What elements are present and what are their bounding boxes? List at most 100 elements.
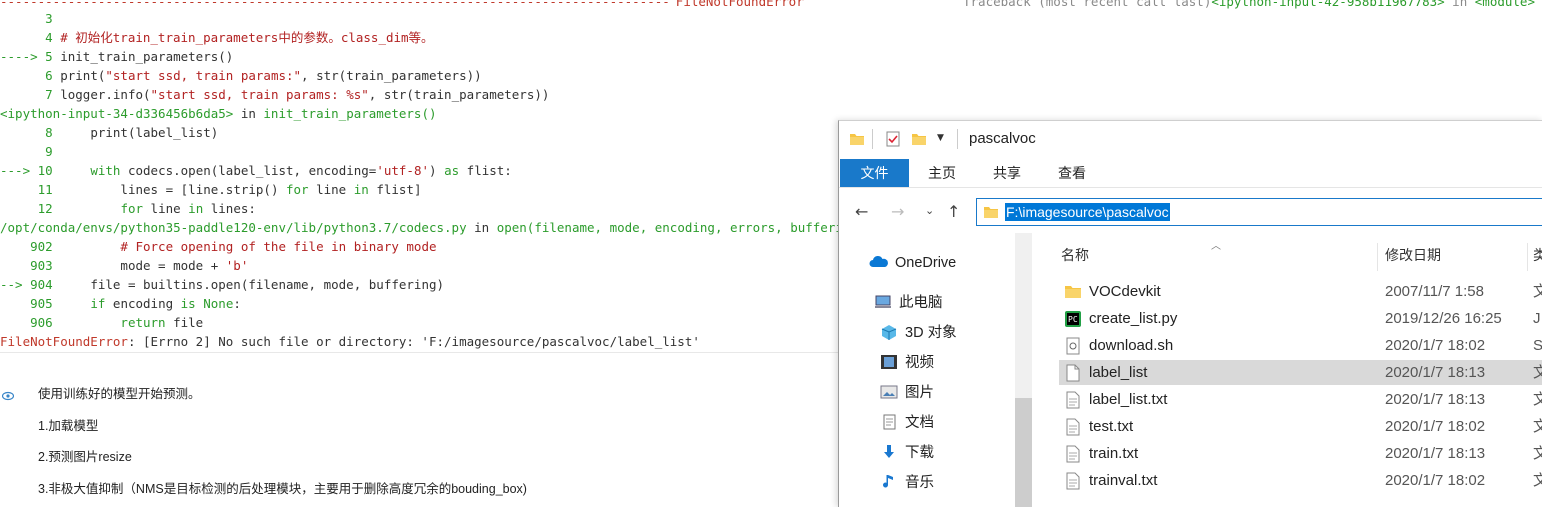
file-icon (1066, 364, 1080, 382)
tab-share[interactable]: 共享 (976, 159, 1038, 187)
tab-file[interactable]: 文件 (840, 159, 909, 187)
title-divider (872, 129, 873, 149)
folder-icon (984, 207, 998, 218)
column-date[interactable]: 修改日期 (1385, 243, 1441, 267)
exec-arrow: ----> (0, 49, 46, 64)
line-number: 11 (37, 182, 53, 197)
file-row[interactable]: label_list 2020/1/7 18:13 文 (1059, 360, 1542, 385)
forward-arrow-icon[interactable]: → (891, 202, 904, 221)
code-line: 7 logger.info("start ssd, train params: … (0, 85, 1542, 104)
back-arrow-icon[interactable]: ← (855, 202, 868, 221)
nav-item-label: 视频 (905, 355, 934, 371)
nav-item-downloads[interactable]: 下载 (879, 441, 934, 465)
markdown-line: 3.非极大值抑制（NMS是目标检测的后处理模块，主要用于删除高度冗余的boudi… (38, 482, 527, 496)
column-header: ︿ 名称 修改日期 类 (1035, 241, 1542, 271)
file-explorer-window: ▼ pascalvoc 文件 主页 共享 查看 ← → ⌄ ↑ F:\image… (838, 120, 1542, 507)
line-number: 10 (37, 163, 53, 178)
nav-item-pictures[interactable]: 图片 (879, 381, 934, 405)
eye-icon[interactable] (2, 390, 14, 402)
file-type: 文 (1533, 360, 1542, 385)
file-name: test.txt (1089, 418, 1134, 435)
markdown-line: 使用训练好的模型开始预测。 (38, 387, 201, 401)
address-row: ← → ⌄ ↑ F:\imagesource\pascalvoc (839, 193, 1542, 233)
file-type: S (1533, 333, 1542, 358)
nav-item-label: 文档 (905, 415, 934, 431)
file-name: VOCdevkit (1089, 283, 1161, 300)
traceback-location: <ipython-input-42-958b11967783> (1211, 0, 1445, 9)
file-date: 2020/1/7 18:13 (1385, 364, 1486, 381)
column-type[interactable]: 类 (1533, 243, 1542, 267)
code-line: ----> 5 init_train_parameters() (0, 47, 1542, 66)
file-date: 2020/1/7 18:13 (1385, 391, 1486, 408)
code-text: init_train_parameters() (52, 49, 234, 64)
properties-icon[interactable] (885, 131, 901, 147)
file-date: 2007/11/7 1:58 (1385, 283, 1484, 300)
file-date: 2020/1/7 18:02 (1385, 472, 1486, 489)
line-number: 906 (30, 315, 53, 330)
code-line: 6 print("start ssd, train params:", str(… (0, 66, 1542, 85)
python-file-icon: PC (1065, 311, 1081, 327)
code-function: init_train_parameters() (263, 106, 437, 121)
address-path[interactable]: F:\imagesource\pascalvoc (1005, 203, 1170, 221)
line-number: 4 (45, 30, 53, 45)
file-type: 文 (1533, 387, 1542, 412)
nav-scrollbar[interactable] (1015, 233, 1032, 507)
picture-icon (880, 385, 898, 399)
code-location: <ipython-input-34-d336456b6da5> (0, 106, 234, 121)
code-location: /opt/conda/envs/python35-paddle120-env/l… (0, 220, 467, 235)
nav-item-music[interactable]: 音乐 (879, 471, 934, 495)
title-bar: ▼ pascalvoc (839, 121, 1542, 159)
tab-view[interactable]: 查看 (1041, 159, 1103, 187)
nav-item-label: 图片 (905, 385, 934, 401)
traceback-label: Traceback (most recent call last)<ipytho… (963, 0, 1535, 9)
code-text: return file (120, 315, 204, 330)
file-name: trainval.txt (1089, 472, 1158, 489)
tab-home[interactable]: 主页 (911, 159, 973, 187)
file-row[interactable]: train.txt 2020/1/7 18:13 文 (1059, 441, 1542, 466)
cube-icon (881, 325, 897, 340)
file-name: label_list.txt (1089, 391, 1168, 408)
code-text: logger.info("start ssd, train params: %s… (52, 87, 550, 102)
file-row[interactable]: test.txt 2020/1/7 18:02 文 (1059, 414, 1542, 439)
file-type: 文 (1533, 414, 1542, 439)
new-folder-icon[interactable] (911, 131, 927, 147)
title-divider (957, 129, 958, 149)
code-text: if encoding is None: (90, 296, 241, 311)
file-date: 2019/12/26 16:25 (1385, 310, 1502, 327)
column-divider[interactable] (1527, 243, 1528, 271)
column-divider[interactable] (1377, 243, 1378, 271)
file-row[interactable]: label_list.txt 2020/1/7 18:13 文 (1059, 387, 1542, 412)
file-row[interactable]: VOCdevkit 2007/11/7 1:58 文 (1059, 279, 1542, 304)
file-row[interactable]: trainval.txt 2020/1/7 18:02 文 (1059, 468, 1542, 493)
nav-item-3d-objects[interactable]: 3D 对象 (879, 321, 957, 345)
code-text: with codecs.open(label_list, encoding='u… (90, 163, 512, 178)
line-number: 6 (45, 68, 53, 83)
file-row[interactable]: download.sh 2020/1/7 18:02 S (1059, 333, 1542, 358)
code-text: lines = [line.strip() for line in flist] (52, 182, 422, 197)
nav-item-videos[interactable]: 视频 (879, 351, 934, 375)
recent-locations-chevron-icon[interactable]: ⌄ (925, 204, 934, 217)
script-file-icon (1066, 337, 1080, 355)
quick-access-dropdown-icon[interactable]: ▼ (937, 133, 944, 143)
file-row[interactable]: PC create_list.py 2019/12/26 16:25 J (1059, 306, 1542, 331)
address-bar[interactable]: F:\imagesource\pascalvoc (976, 198, 1542, 226)
traceback-text: Traceback (most recent call last) (963, 0, 1212, 9)
up-arrow-icon[interactable]: ↑ (947, 202, 960, 221)
text-file-icon (1066, 391, 1080, 409)
nav-scrollbar-thumb[interactable] (1015, 398, 1032, 507)
nav-item-documents[interactable]: 文档 (879, 411, 934, 435)
file-type: 文 (1533, 279, 1542, 304)
file-type: J (1533, 310, 1541, 327)
line-number: 5 (45, 49, 53, 64)
sort-up-icon: ︿ (1211, 241, 1221, 252)
video-icon (881, 355, 897, 369)
nav-item-this-pc[interactable]: 此电脑 (873, 291, 943, 315)
nav-item-onedrive[interactable]: OneDrive (869, 251, 956, 275)
column-name[interactable]: 名称 (1061, 243, 1089, 267)
code-in: in (233, 106, 264, 121)
